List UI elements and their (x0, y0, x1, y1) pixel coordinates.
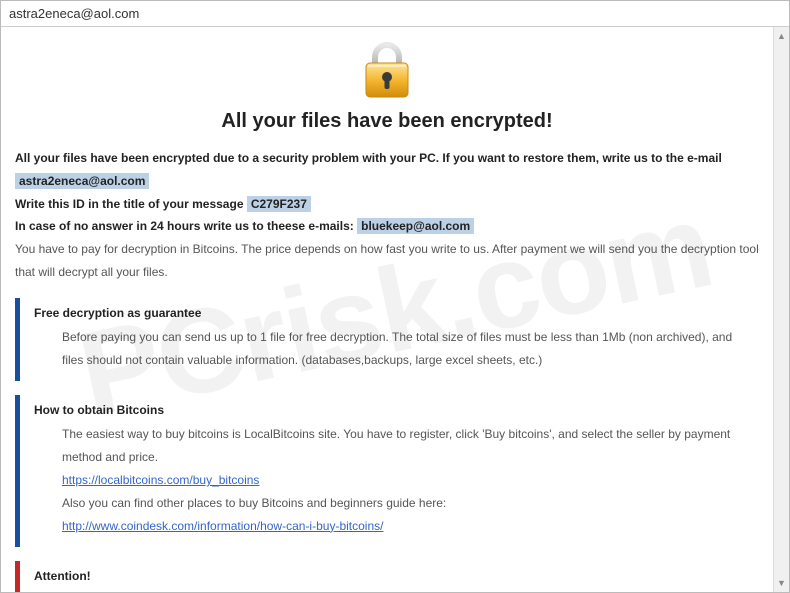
pay-line: You have to pay for decryption in Bitcoi… (15, 238, 759, 284)
coindesk-link[interactable]: http://www.coindesk.com/information/how-… (62, 519, 383, 533)
intro-text-1: All your files have been encrypted due t… (15, 151, 722, 165)
titlebar: astra2eneca@aol.com (1, 1, 789, 27)
scroll-up-arrow[interactable]: ▲ (777, 31, 786, 41)
obtain-title: How to obtain Bitcoins (34, 403, 747, 417)
attention-section: Attention! Do not rename encrypted files… (15, 561, 759, 592)
scroll-down-arrow[interactable]: ▼ (777, 578, 786, 588)
content-area: PCrisk.com (1, 27, 789, 592)
lock-icon-wrap (15, 41, 759, 102)
intro-line-2: Write this ID in the title of your messa… (15, 193, 759, 216)
ransom-window: astra2eneca@aol.com PCrisk.com (0, 0, 790, 593)
localbitcoins-link[interactable]: https://localbitcoins.com/buy_bitcoins (62, 473, 259, 487)
free-decryption-title: Free decryption as guarantee (34, 306, 747, 320)
free-decryption-body: Before paying you can send us up to 1 fi… (34, 326, 747, 372)
obtain-bitcoins-section: How to obtain Bitcoins The easiest way t… (15, 395, 759, 547)
obtain-p1: The easiest way to buy bitcoins is Local… (62, 423, 747, 469)
intro-text-3: In case of no answer in 24 hours write u… (15, 219, 357, 233)
secondary-email: bluekeep@aol.com (357, 218, 474, 234)
attention-title: Attention! (34, 569, 747, 583)
vertical-scrollbar[interactable]: ▲ ▼ (773, 27, 789, 592)
content: All your files have been encrypted! All … (1, 27, 773, 592)
message-id: C279F237 (247, 196, 311, 212)
obtain-p2: Also you can find other places to buy Bi… (62, 492, 747, 515)
intro-text-2: Write this ID in the title of your messa… (15, 197, 247, 211)
list-item: Do not rename encrypted files. (78, 589, 747, 592)
attention-bullets: Do not rename encrypted files. Do not tr… (34, 589, 747, 592)
intro-line-1: All your files have been encrypted due t… (15, 147, 759, 193)
lock-icon (360, 41, 414, 99)
main-heading: All your files have been encrypted! (15, 110, 759, 133)
intro-line-3: In case of no answer in 24 hours write u… (15, 215, 759, 238)
intro-block: All your files have been encrypted due t… (15, 147, 759, 284)
primary-email: astra2eneca@aol.com (15, 173, 149, 189)
window-title: astra2eneca@aol.com (9, 6, 139, 21)
free-decryption-section: Free decryption as guarantee Before payi… (15, 298, 759, 382)
obtain-body: The easiest way to buy bitcoins is Local… (34, 423, 747, 537)
